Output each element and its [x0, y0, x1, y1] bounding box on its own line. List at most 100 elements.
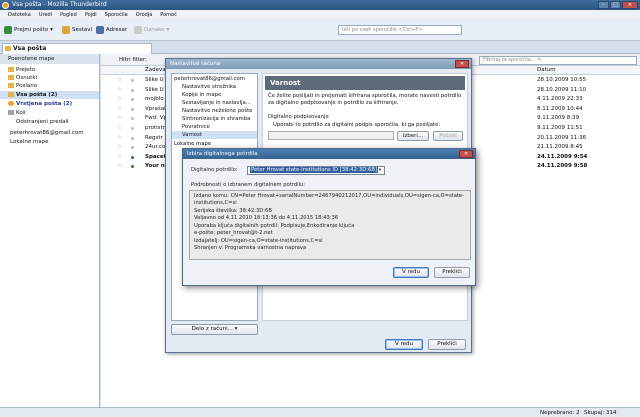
tag-icon [134, 26, 142, 34]
details-heading: Podrobnosti o izbranem digitalnem potrdi… [191, 182, 306, 188]
certificate-selected: Peter Hrovat state-institutions ID [38:4… [250, 167, 379, 173]
folder-icon [5, 46, 11, 51]
account-gmail[interactable]: peterhrovat86@gmail.com [0, 129, 99, 137]
detail-line: Veljavno od 4.11.2010 18:13:36 do 4.11.2… [194, 215, 339, 221]
folder-flagged[interactable]: Vrstjena pošta (2) [0, 100, 99, 108]
pencil-icon [62, 26, 70, 34]
account-item[interactable]: Lokalne mape [172, 140, 257, 148]
signing-cert-field[interactable] [268, 131, 394, 140]
detail-line: Uporaba ključa digitalnih potrdil: Podpi… [194, 222, 355, 229]
security-intro: Če želite pošiljati in prejemati šifrira… [268, 93, 462, 106]
settings-item-security[interactable]: Varnost [172, 131, 257, 139]
menu-go[interactable]: Pojdi [85, 12, 97, 18]
folder-all-mail[interactable]: Vsa pošta (2) [0, 91, 99, 99]
section-title: Varnost [265, 76, 465, 90]
menu-file[interactable]: Datoteka [8, 12, 31, 18]
global-search-input[interactable]: Išči po vseh sporočilih <Ctrl+F> [338, 25, 462, 35]
all-mail-icon [8, 92, 14, 97]
detail-line: e-pošte: peter_hrovat@t-2.net [194, 230, 273, 236]
folder-pane-header[interactable]: Poenotene mape [0, 54, 99, 64]
sent-icon [8, 83, 14, 88]
address-book-icon [96, 26, 104, 34]
menu-edit[interactable]: Uredi [39, 12, 52, 18]
menu-tools[interactable]: Orodja [136, 12, 153, 18]
cert-label: Digitalno potrdilo: [191, 167, 238, 173]
clear-cert-button[interactable]: Počisti [433, 131, 463, 141]
folder-pane: Poenotene mape Prejeto Osnutki Poslano V… [0, 54, 100, 407]
settings-item[interactable]: Nastavitve strežnika [172, 83, 257, 91]
settings-item[interactable]: Sinhronizacija in shramba [172, 115, 257, 123]
chevron-down-icon[interactable]: ▾ [50, 27, 53, 33]
get-mail-button[interactable]: Prejmi pošto ▾ [4, 24, 53, 36]
account-item[interactable]: peterhrovat86@gmail.com [172, 75, 257, 83]
total-count: Skupaj: 314 [584, 410, 617, 416]
column-date[interactable]: Datum [537, 66, 556, 75]
window-titlebar: Vsa pošta - Mozilla Thunderbird – □ ✕ [0, 0, 640, 10]
cancel-button[interactable]: Prekliči [428, 339, 466, 350]
folder-drafts[interactable]: Osnutki [0, 74, 99, 82]
tab-all-mail[interactable]: Vsa pošta [2, 43, 152, 54]
ok-button[interactable]: V redu [385, 339, 423, 350]
account-actions-button[interactable]: Delo z računi... ▾ [171, 324, 258, 335]
star-icon: ☆ [117, 86, 122, 93]
tag-label: Oznake [144, 27, 165, 33]
star-icon: ☆ [117, 115, 122, 122]
settings-item[interactable]: Kopije in mape [172, 91, 257, 99]
detail-line: institutions,C=si [194, 200, 237, 206]
settings-item[interactable]: Povratnice [172, 123, 257, 131]
detail-line: Serijska številka: 38:42:3D:6B [194, 207, 272, 214]
signing-label: Uporabi to potrdilo za digitalni podpis … [273, 122, 441, 128]
folder-trash[interactable]: Koš [0, 109, 99, 117]
filter-input[interactable]: Filtriraj ta sporočila... < [479, 56, 637, 65]
inbox-icon [8, 67, 14, 72]
drafts-icon [8, 75, 14, 80]
detail-line: Shranjen v: Programska varnostna naprava [194, 245, 307, 251]
get-mail-icon [4, 26, 12, 34]
quick-filter-label[interactable]: Hitri filter: [119, 57, 147, 63]
maximize-button[interactable]: □ [610, 1, 621, 9]
certificate-dialog: Izbira digitalnega potrdila ✕ Digitalno … [182, 148, 476, 286]
address-book-label: Adresar [106, 27, 128, 33]
search-placeholder: Išči po vseh sporočilih <Ctrl+F> [342, 27, 423, 33]
column-subject[interactable]: Zadeva [145, 66, 166, 75]
folder-removed[interactable]: Odstranjeni predali [0, 118, 99, 126]
address-book-button[interactable]: Adresar [96, 24, 127, 36]
certificate-select[interactable]: Peter Hrovat state-institutions ID [38:4… [247, 166, 385, 175]
folder-inbox[interactable]: Prejeto [0, 66, 99, 74]
menubar: Datoteka Uredi Pogled Pojdi Sporočila Or… [0, 10, 640, 19]
menu-message[interactable]: Sporočila [105, 12, 128, 18]
write-button[interactable]: Sestavi [62, 24, 92, 36]
cert-cancel-button[interactable]: Prekliči [434, 267, 470, 278]
chevron-down-icon: ▾ [166, 27, 170, 33]
window-close-button[interactable]: ✕ [622, 1, 638, 9]
dialog-title: Nastavitve računa [166, 59, 471, 69]
star-icon: ☆ [117, 125, 122, 131]
detail-line: Izdano komu: CN=Peter Hrovat+serialNumbe… [194, 193, 464, 199]
folder-sent[interactable]: Poslano [0, 82, 99, 90]
select-cert-button[interactable]: Izberi... [397, 131, 429, 141]
close-icon[interactable]: ✕ [459, 150, 473, 158]
unread-count: Neprebrano: 2 [540, 410, 580, 416]
detail-line: Izdajatelj: OU=sigen-ca,O=state-institut… [194, 237, 323, 244]
close-icon[interactable]: ✕ [455, 60, 469, 68]
chevron-down-icon[interactable]: ▾ [377, 168, 383, 173]
minimize-button[interactable]: – [598, 1, 609, 9]
star-icon: ☆ [117, 96, 122, 103]
flag-icon [8, 101, 14, 106]
star-icon: ☆ [117, 77, 122, 83]
write-label: Sestavi [72, 27, 93, 33]
account-local-folders[interactable]: Lokalne mape [0, 138, 99, 146]
window-title: Vsa pošta - Mozilla Thunderbird [12, 1, 107, 8]
star-icon: ☆ [117, 144, 122, 151]
certificate-details: Izdano komu: CN=Peter Hrovat+serialNumbe… [189, 190, 471, 260]
menu-view[interactable]: Pogled [60, 12, 77, 18]
star-icon: ☆ [117, 105, 122, 112]
settings-item[interactable]: Sestavljanje in naslavlja... [172, 99, 257, 107]
tab-label: Vsa pošta [13, 45, 47, 52]
menu-help[interactable]: Pomoč [160, 12, 177, 18]
settings-item[interactable]: Nastavitve neželene pošte [172, 107, 257, 115]
star-icon: ☆ [117, 134, 122, 141]
cert-ok-button[interactable]: V redu [393, 267, 429, 278]
tag-button[interactable]: Oznake ▾ [134, 24, 169, 36]
tab-bar: Vsa pošta [0, 41, 640, 54]
